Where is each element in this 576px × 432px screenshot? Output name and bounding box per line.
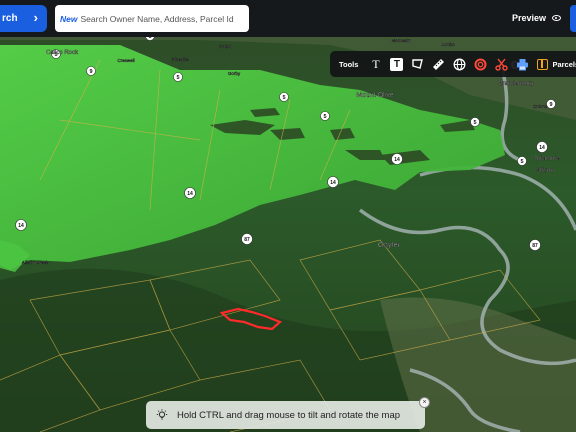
print-tool[interactable] (512, 51, 533, 77)
place-label: Gayler (378, 240, 401, 249)
svg-text:14: 14 (18, 223, 24, 229)
route-shield: 87 (241, 233, 253, 245)
place-label: Allison (536, 168, 554, 174)
text-box-icon: T (390, 57, 404, 71)
text-tool[interactable]: T (365, 51, 386, 77)
chevron-right-icon: › (33, 10, 38, 25)
place-label: Brandenburg (499, 81, 534, 87)
route-shield: 14 (184, 187, 196, 199)
route-shield: 5 (517, 156, 527, 166)
cut-tool[interactable] (491, 51, 512, 77)
svg-text:14: 14 (539, 145, 545, 151)
map-stage[interactable]: 559595551414141414878759 Calico RockMoun… (0, 0, 576, 432)
place-label: Allison Creek (22, 260, 49, 265)
preview-toggle[interactable]: Preview (512, 13, 562, 23)
route-shield: 14 (327, 176, 339, 188)
place-label: Sylamore (534, 156, 560, 162)
svg-text:87: 87 (244, 237, 250, 243)
route-shield: 5 (279, 92, 289, 102)
parcels-label: Parcels (552, 59, 576, 69)
route-shield: 5 (173, 72, 183, 82)
place-label: Gorby (228, 71, 241, 76)
measure-tool[interactable] (428, 51, 449, 77)
lightbulb-icon (156, 409, 168, 420)
place-label: Onions (533, 104, 548, 109)
tilt-hint: Hold CTRL and drag mouse to tilt and rot… (146, 401, 425, 429)
parcels-icon (537, 58, 549, 70)
preview-label: Preview (512, 13, 547, 23)
route-shield: 14 (536, 141, 548, 153)
text-icon: T (372, 56, 380, 71)
route-shield: 9 (546, 99, 556, 109)
polygon-icon (412, 59, 424, 69)
place-label: Mount Olive (356, 92, 393, 99)
svg-text:5: 5 (176, 75, 179, 81)
radius-icon (474, 58, 487, 70)
route-shield: 5 (470, 117, 480, 127)
svg-text:5: 5 (282, 95, 285, 101)
eye-icon (552, 15, 562, 21)
route-shield: 9 (86, 66, 96, 76)
new-badge: New (60, 13, 78, 24)
place-label: Creswell (117, 58, 134, 63)
svg-text:9: 9 (549, 102, 552, 108)
search-placeholder: Search Owner Name, Address, Parcel Id (80, 13, 234, 24)
svg-text:87: 87 (532, 243, 538, 249)
text-box-tool[interactable]: T (386, 51, 407, 77)
svg-text:14: 14 (330, 180, 336, 186)
close-icon[interactable]: × (419, 397, 430, 408)
polygon-tool[interactable] (407, 51, 428, 77)
place-label: Moccasin (391, 38, 411, 43)
globe-tool[interactable] (449, 51, 470, 77)
place-label: Calico Rock (46, 50, 79, 56)
route-shield: 87 (529, 239, 541, 251)
scissors-icon (495, 58, 509, 71)
radius-tool[interactable] (470, 51, 491, 77)
route-shield: 14 (15, 219, 27, 231)
place-label: Jumbo (441, 42, 455, 47)
route-shield: 14 (391, 153, 403, 165)
svg-text:14: 14 (187, 191, 193, 197)
tools-toolbar: Tools T T Parcels (330, 51, 576, 77)
tools-label: Tools (339, 59, 359, 69)
svg-text:9: 9 (89, 69, 92, 75)
route-shield: 5 (320, 111, 330, 121)
printer-icon (517, 58, 529, 70)
parcels-toggle[interactable]: Parcels (537, 58, 576, 70)
side-panel-button[interactable] (570, 5, 576, 32)
svg-text:5: 5 (520, 159, 523, 165)
place-label: Pineville (172, 57, 189, 62)
svg-text:5: 5 (473, 120, 476, 126)
svg-text:14: 14 (394, 157, 400, 163)
search-input[interactable]: New Search Owner Name, Address, Parcel I… (55, 5, 249, 32)
ruler-icon (433, 59, 445, 70)
place-label: Dolph (219, 44, 231, 49)
globe-icon (454, 58, 466, 70)
search-button[interactable]: rch › (0, 5, 47, 32)
svg-text:5: 5 (323, 114, 326, 120)
hint-text: Hold CTRL and drag mouse to tilt and rot… (177, 409, 401, 421)
search-button-label: rch (2, 13, 18, 24)
